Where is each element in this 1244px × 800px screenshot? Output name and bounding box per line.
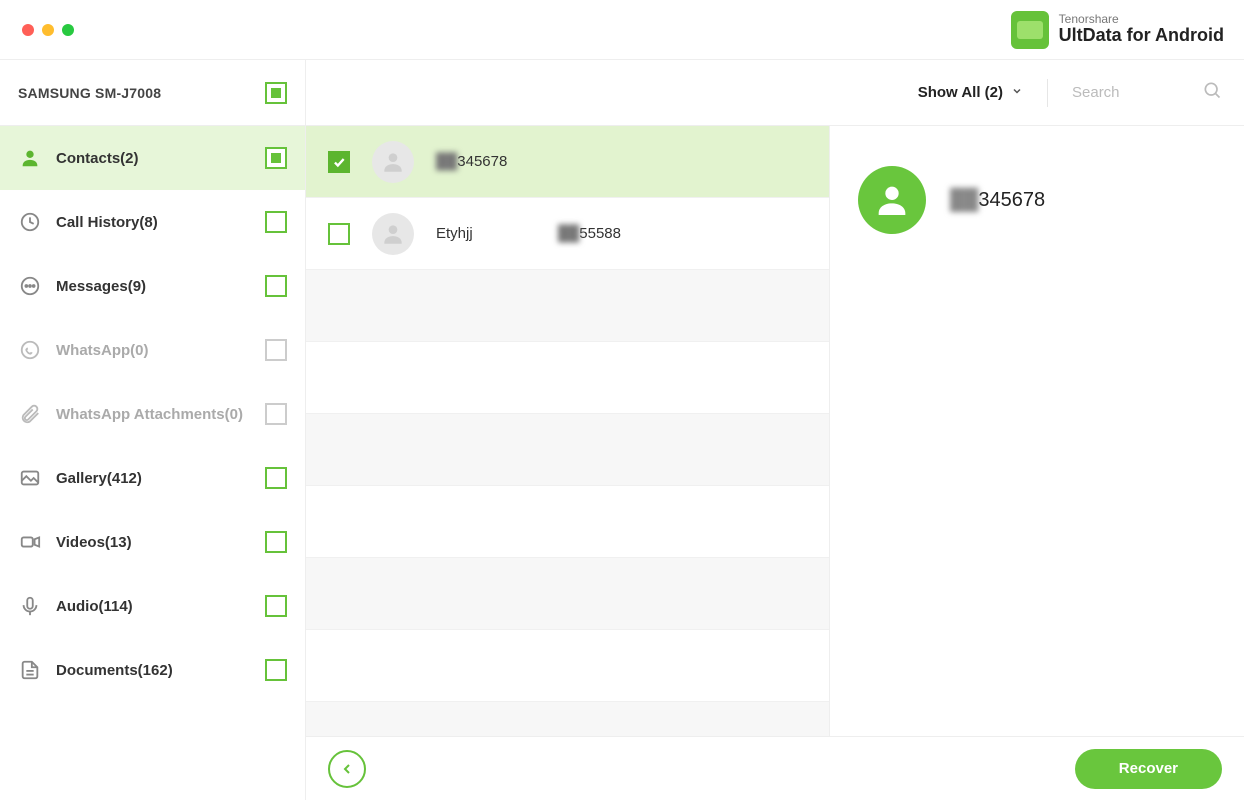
video-icon	[18, 530, 42, 554]
contact-list: ██345678 Etyhjj ██55588	[306, 126, 830, 736]
show-all-label: Show All (2)	[918, 84, 1003, 101]
brand-product: UltData for Android	[1059, 26, 1224, 46]
sidebar-item-videos[interactable]: Videos(13)	[0, 510, 305, 574]
sidebar-item-checkbox[interactable]	[265, 211, 287, 233]
list-row-empty	[306, 702, 829, 736]
brand-text: Tenorshare UltData for Android	[1059, 13, 1224, 46]
sidebar-item-checkbox[interactable]	[265, 467, 287, 489]
minimize-window-button[interactable]	[42, 24, 54, 36]
title-bar: Tenorshare UltData for Android	[0, 0, 1244, 60]
row-checkbox[interactable]	[328, 151, 350, 173]
contact-name: Etyhjj	[436, 225, 536, 242]
sidebar-item-label: Gallery(412)	[56, 470, 142, 487]
row-checkbox[interactable]	[328, 223, 350, 245]
contact-name: ██345678	[436, 153, 536, 170]
list-row-empty	[306, 486, 829, 558]
sidebar-item-whatsapp[interactable]: WhatsApp(0)	[0, 318, 305, 382]
sidebar-item-contacts[interactable]: Contacts(2)	[0, 126, 305, 190]
image-icon	[18, 466, 42, 490]
sidebar-item-messages[interactable]: Messages(9)	[0, 254, 305, 318]
sidebar-item-whatsatt[interactable]: WhatsApp Attachments(0)	[0, 382, 305, 446]
sidebar: SAMSUNG SM-J7008 Contacts(2) Call History…	[0, 60, 306, 800]
content: Show All (2) ██345678 Etyhjj ██55588	[306, 60, 1244, 800]
sidebar-item-checkbox[interactable]	[265, 403, 287, 425]
footer: Recover	[306, 736, 1244, 800]
contact-row[interactable]: ██345678	[306, 126, 829, 198]
sidebar-item-checkbox[interactable]	[265, 659, 287, 681]
detail-contact-name: ██345678	[950, 189, 1045, 212]
avatar-icon	[858, 166, 926, 234]
clock-icon	[18, 210, 42, 234]
app-logo-icon	[1011, 11, 1049, 49]
sidebar-item-label: Contacts(2)	[56, 150, 139, 167]
zoom-window-button[interactable]	[62, 24, 74, 36]
sidebar-item-audio[interactable]: Audio(114)	[0, 574, 305, 638]
list-row-empty	[306, 414, 829, 486]
search-icon	[1202, 80, 1222, 105]
avatar-icon	[372, 213, 414, 255]
sidebar-item-checkbox[interactable]	[265, 275, 287, 297]
sidebar-item-checkbox[interactable]	[265, 147, 287, 169]
contact-row[interactable]: Etyhjj ██55588	[306, 198, 829, 270]
search-box[interactable]	[1072, 80, 1222, 105]
sidebar-item-checkbox[interactable]	[265, 339, 287, 361]
sidebar-item-callhist[interactable]: Call History(8)	[0, 190, 305, 254]
contacts-icon	[18, 146, 42, 170]
sidebar-item-documents[interactable]: Documents(162)	[0, 638, 305, 702]
sidebar-item-label: Documents(162)	[56, 662, 173, 679]
contact-number: ██55588	[558, 225, 668, 242]
search-input[interactable]	[1072, 84, 1192, 101]
avatar-icon	[372, 141, 414, 183]
brand: Tenorshare UltData for Android	[1011, 11, 1224, 49]
show-all-dropdown[interactable]: Show All (2)	[918, 84, 1023, 101]
attachment-icon	[18, 402, 42, 426]
recover-button[interactable]: Recover	[1075, 749, 1222, 789]
back-button[interactable]	[328, 750, 366, 788]
device-checkbox[interactable]	[265, 82, 287, 104]
sidebar-item-checkbox[interactable]	[265, 531, 287, 553]
mic-icon	[18, 594, 42, 618]
window-controls	[20, 24, 74, 36]
contact-detail: ██345678	[830, 126, 1244, 736]
list-row-empty	[306, 558, 829, 630]
device-name: SAMSUNG SM-J7008	[18, 85, 161, 101]
chevron-down-icon	[1011, 84, 1023, 101]
content-toolbar: Show All (2)	[306, 60, 1244, 126]
sidebar-item-label: Audio(114)	[56, 598, 133, 615]
toolbar-divider	[1047, 79, 1048, 107]
whatsapp-icon	[18, 338, 42, 362]
document-icon	[18, 658, 42, 682]
sidebar-item-label: Messages(9)	[56, 278, 146, 295]
chat-icon	[18, 274, 42, 298]
sidebar-item-label: Call History(8)	[56, 214, 158, 231]
list-row-empty	[306, 270, 829, 342]
sidebar-item-gallery[interactable]: Gallery(412)	[0, 446, 305, 510]
sidebar-item-label: Videos(13)	[56, 534, 132, 551]
sidebar-item-label: WhatsApp(0)	[56, 342, 149, 359]
list-row-empty	[306, 342, 829, 414]
list-row-empty	[306, 630, 829, 702]
sidebar-item-checkbox[interactable]	[265, 595, 287, 617]
close-window-button[interactable]	[22, 24, 34, 36]
sidebar-item-label: WhatsApp Attachments(0)	[56, 406, 243, 423]
device-row: SAMSUNG SM-J7008	[0, 60, 305, 126]
